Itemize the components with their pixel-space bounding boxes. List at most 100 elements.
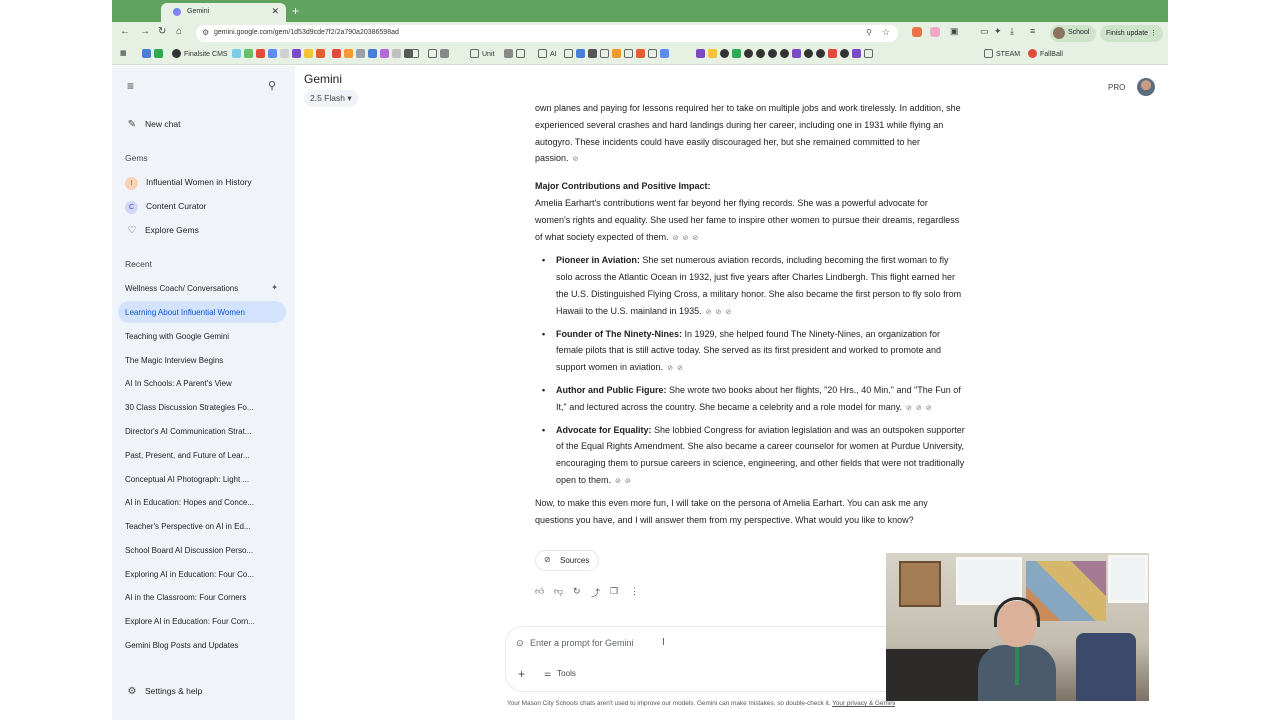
regenerate-icon[interactable]: ↻	[573, 586, 581, 597]
gem-avatar: I	[125, 177, 138, 190]
bookmark[interactable]	[564, 49, 672, 61]
new-chat-button[interactable]: ✎ New chat	[125, 119, 181, 137]
link-icon[interactable]: ⊘	[926, 405, 932, 412]
search-icon[interactable]: ⚲	[268, 79, 276, 92]
recent-chat-item[interactable]: AI in Education: Hopes and Conce...	[118, 491, 286, 513]
new-tab-icon[interactable]: +	[292, 4, 299, 18]
recent-chat-item[interactable]: School Board AI Discussion Perso...	[118, 539, 286, 561]
share-icon[interactable]: ⤴	[591, 586, 600, 599]
recent-chat-item[interactable]: The Magic Interview Begins	[118, 349, 286, 371]
link-icon[interactable]: ⊘	[906, 405, 912, 412]
menu-icon[interactable]: ≡	[127, 79, 134, 93]
gem-item-content-curator[interactable]: C Content Curator	[125, 201, 206, 219]
tools-button[interactable]: ⚌ Tools	[544, 669, 576, 678]
bookmark[interactable]	[696, 49, 876, 61]
link-icon[interactable]: ⊘	[667, 365, 673, 372]
link-icon[interactable]: ⊘	[615, 478, 621, 485]
copy-icon[interactable]: ❐	[610, 586, 618, 597]
extensions-icon[interactable]: ✦	[994, 26, 1002, 37]
finish-update-button[interactable]: Finish update ⋮	[1100, 25, 1163, 42]
address-bar[interactable]: ⚙ gemini.google.com/gem/1d53d9cde7f2/2a7…	[196, 25, 898, 42]
reload-icon[interactable]: ↻	[158, 26, 166, 37]
recent-chat-item[interactable]: Explore AI in Education: Four Corn...	[118, 610, 286, 632]
link-icon[interactable]: ⊘	[573, 156, 579, 163]
link-icon[interactable]: ⊘	[682, 235, 688, 242]
link-icon[interactable]: ⊘	[916, 405, 922, 412]
settings-help-button[interactable]: ⚙ Settings & help	[125, 686, 203, 704]
gem-item-influential-women[interactable]: I Influential Women in History	[125, 177, 252, 195]
list-item: Advocate for Equality: She lobbied Congr…	[535, 422, 965, 491]
recent-chat-item[interactable]: Exploring AI in Education: Four Co...	[118, 563, 286, 585]
profile-button[interactable]: School	[1050, 25, 1096, 42]
pin-icon[interactable]: ✦	[271, 283, 278, 292]
more-options-icon[interactable]: ⋮	[630, 586, 639, 597]
list-item: Pioneer in Aviation: She set numerous av…	[535, 252, 965, 321]
privacy-link[interactable]: Your privacy & Gemini	[832, 700, 895, 707]
tab-search-icon[interactable]: ≡	[1030, 26, 1035, 36]
link-icon[interactable]: ⊘	[725, 309, 731, 316]
bookmark[interactable]	[142, 49, 166, 61]
bookmark-fallball[interactable]: FallBall	[1028, 49, 1063, 61]
link-icon[interactable]: ⊘	[625, 478, 631, 485]
bookmark[interactable]	[332, 49, 416, 61]
bookmark-finalsite[interactable]: Finalsite CMS	[172, 49, 228, 61]
recent-chat-item[interactable]: 30 Class Discussion Strategies Fo...	[118, 396, 286, 418]
extension-icon[interactable]	[930, 27, 940, 37]
gems-heading: Gems	[125, 153, 148, 163]
forward-icon[interactable]: →	[140, 26, 150, 37]
cast-icon[interactable]: ▭	[980, 26, 989, 37]
sidebar: ≡ ⚲ ✎ New chat Gems I Influential Women in…	[112, 66, 295, 720]
extension-icon[interactable]: ▣	[950, 26, 959, 37]
recent-chat-item[interactable]: Gemini Blog Posts and Updates	[118, 634, 286, 656]
bookmark-folder-unit[interactable]: Unit	[470, 49, 494, 61]
thumbs-up-icon[interactable]: 👍︎	[535, 586, 544, 597]
extension-icon[interactable]	[912, 27, 922, 37]
close-tab-icon[interactable]: ✕	[271, 6, 279, 17]
edit-icon: ✎	[127, 119, 137, 130]
gear-icon: ⚙	[127, 686, 137, 697]
link-icon[interactable]: ⊘	[706, 309, 712, 316]
recent-chat-item[interactable]: Director's AI Communication Strat...	[118, 420, 286, 442]
response-intro: own planes and paying for lessons requir…	[535, 103, 961, 164]
link-icon[interactable]: ⊘	[673, 235, 679, 242]
browser-tab[interactable]: Gemini ✕	[161, 3, 286, 22]
user-avatar[interactable]	[1137, 78, 1155, 96]
bookmark[interactable]	[428, 49, 452, 61]
recent-chat-item[interactable]: Teaching with Google Gemini	[118, 325, 286, 347]
recent-chat-item[interactable]: Past, Present, and Future of Lear...	[118, 444, 286, 466]
thumbs-down-icon[interactable]: 👎︎	[554, 586, 563, 597]
back-icon[interactable]: ←	[120, 26, 130, 37]
download-icon[interactable]: ⤓	[1010, 26, 1014, 37]
sources-button[interactable]: ⊘ Sources	[535, 550, 599, 571]
bookmark-folder-ai[interactable]: AI	[538, 49, 557, 61]
tab-title: Gemini	[187, 8, 210, 15]
link-icon[interactable]: ⊘	[677, 365, 683, 372]
bookmark-folder[interactable]	[410, 49, 422, 61]
home-icon[interactable]: ⌂	[176, 26, 182, 37]
recent-chat-item[interactable]: Wellness Coach/ Conversations ✦	[118, 277, 286, 299]
apps-icon[interactable]: ▦	[120, 49, 127, 61]
browser-toolbar: ← → ↻ ⌂ ⚙ gemini.google.com/gem/1d53d9cd…	[112, 22, 1168, 45]
link-icon[interactable]: ⊘	[715, 309, 721, 316]
bookmark[interactable]	[232, 49, 328, 61]
zoom-icon[interactable]: ⚲	[866, 28, 872, 37]
response-closing: Now, to make this even more fun, I will …	[535, 497, 928, 525]
recent-heading: Recent	[125, 259, 152, 269]
recent-chat-item[interactable]: Teacher's Perspective on AI in Ed...	[118, 515, 286, 537]
prompt-input[interactable]: ⊙ Enter a prompt for Gemini I + ⚌ Tools	[505, 626, 935, 692]
recent-chat-item[interactable]: AI In Schools: A Parent's View	[118, 372, 286, 394]
profile-avatar	[1053, 27, 1065, 39]
recent-chat-item[interactable]: Conceptual AI Photograph: Light ...	[118, 468, 286, 490]
link-icon[interactable]: ⊘	[692, 235, 698, 242]
bookmark-star-icon[interactable]: ☆	[882, 27, 890, 38]
headset	[994, 597, 1040, 627]
explore-gems-button[interactable]: ♡ Explore Gems	[125, 225, 199, 243]
recent-chat-item[interactable]: Learning About Influential Women	[118, 301, 286, 323]
bookmark-folder-steam[interactable]: STEAM	[984, 49, 1020, 61]
site-info-icon[interactable]: ⚙	[202, 28, 209, 37]
add-icon[interactable]: +	[518, 667, 525, 681]
model-selector[interactable]: 2.5 Flash ▾	[304, 90, 358, 107]
response-heading: Major Contributions and Positive Impact:	[535, 181, 711, 192]
recent-chat-item[interactable]: AI in the Classroom: Four Corners	[118, 586, 286, 608]
bookmark[interactable]	[504, 49, 528, 61]
